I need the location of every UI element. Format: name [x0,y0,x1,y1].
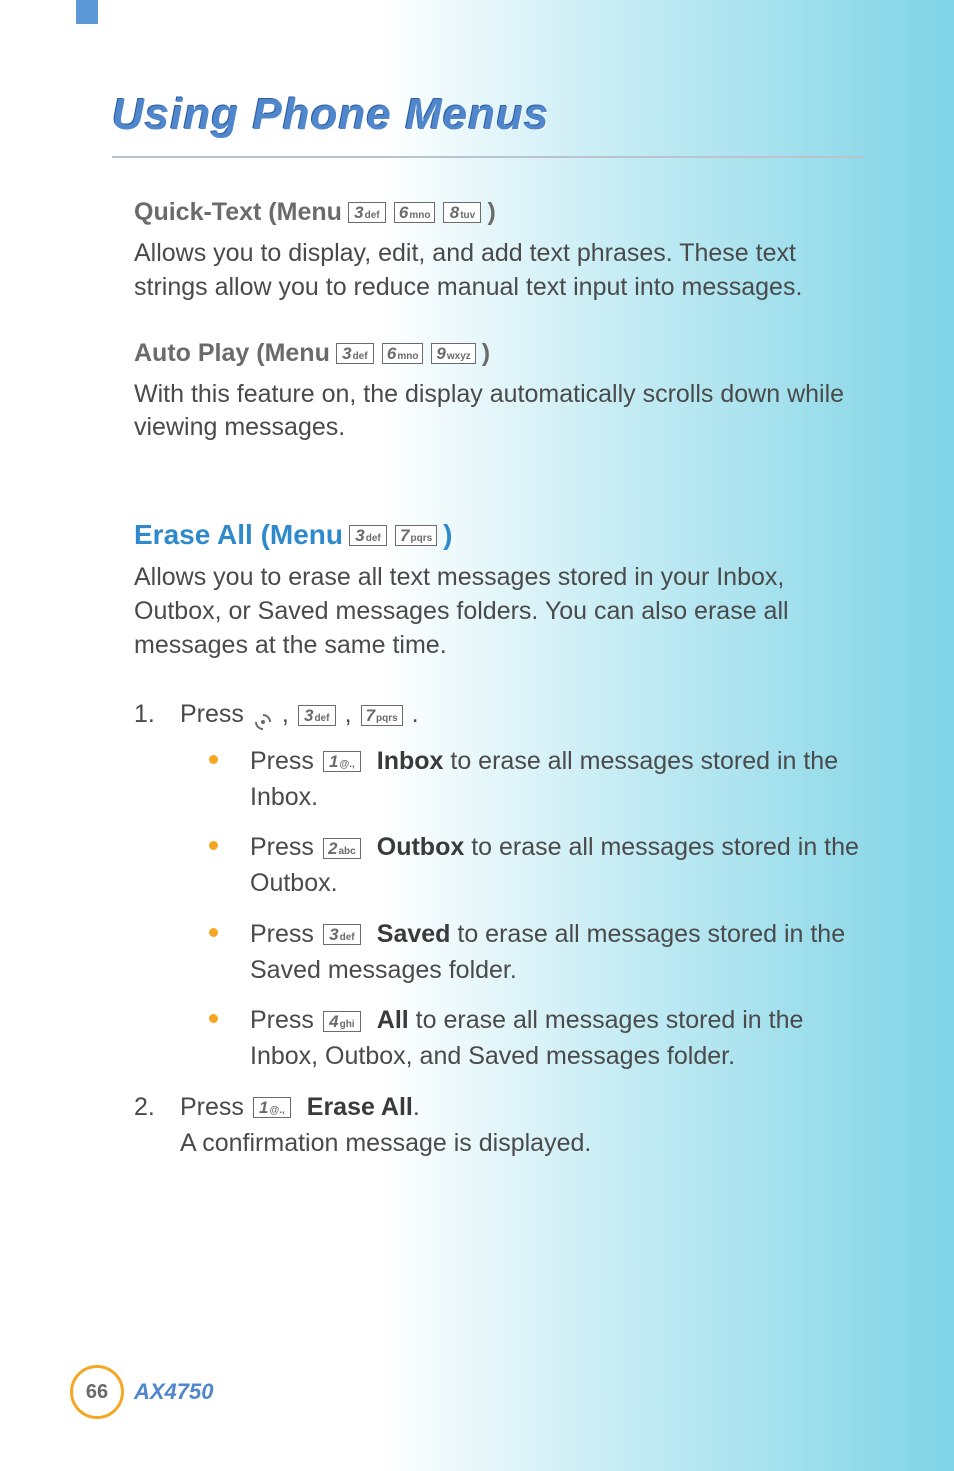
step-2-press: Press [180,1093,251,1121]
page-title: Using Phone Menus [112,90,864,140]
key-6mno: 6mno [382,343,424,364]
sub-item-saved: Press 3def Saved to erase all messages s… [204,916,864,989]
sub-prefix: Press [250,747,321,775]
sub-item-inbox: Press 1@., Inbox to erase all messages s… [204,743,864,816]
heading-close-paren: ) [482,339,490,368]
step-1-press: Press [180,700,251,728]
page-number-badge: 66 [70,1365,124,1419]
heading-erase-all: Erase All (Menu 3def 7pqrs ) [134,519,864,551]
content-area: Quick-Text (Menu 3def 6mno 8tuv ) Allows… [112,198,864,1161]
key-1: 1@., [253,1097,291,1118]
key-6mno: 6mno [394,202,436,223]
heading-auto-play: Auto Play (Menu 3def 6mno 9wxyz ) [134,339,864,368]
top-tab-accent [76,0,98,24]
key-3def: 3def [336,343,374,364]
title-rule [112,156,864,158]
quick-text-body: Allows you to display, edit, and add tex… [134,237,864,305]
device-model: AX4750 [134,1379,214,1405]
step-1-comma2: , [345,700,359,728]
key-7pqrs: 7pqrs [361,705,403,726]
sub-bold-all: All [377,1006,409,1034]
step-1-comma1: , [282,700,296,728]
sub-prefix: Press [250,920,321,948]
step-2: Press 1@., Erase All. A confirmation mes… [134,1089,864,1162]
sub-prefix: Press [250,833,321,861]
key-7pqrs: 7pqrs [395,525,437,546]
heading-close-paren: ) [443,519,452,551]
key-3def: 3def [349,525,387,546]
heading-quick-text: Quick-Text (Menu 3def 6mno 8tuv ) [134,198,864,227]
key-9wxyz: 9wxyz [431,343,475,364]
heading-quick-text-label: Quick-Text (Menu [134,198,342,227]
key-3def: 3def [323,924,361,945]
sub-item-all: Press 4ghi All to erase all messages sto… [204,1002,864,1075]
page-footer: 66 AX4750 [70,1365,214,1419]
steps-list: Press , 3def , 7pqrs . Press 1@., Inbox … [134,696,864,1161]
key-2abc: 2abc [323,838,361,859]
key-1: 1@., [323,751,361,772]
sub-prefix: Press [250,1006,321,1034]
step-1: Press , 3def , 7pqrs . Press 1@., Inbox … [134,696,864,1074]
sub-bold-saved: Saved [377,920,451,948]
heading-auto-play-label: Auto Play (Menu [134,339,330,368]
key-4ghi: 4ghi [323,1011,361,1032]
key-3def: 3def [348,202,386,223]
step-2-bold: Erase All [307,1093,413,1121]
key-8tuv: 8tuv [443,202,481,223]
step-2-line2: A confirmation message is displayed. [180,1129,591,1157]
heading-close-paren: ) [487,198,495,227]
sub-bold-inbox: Inbox [377,747,444,775]
auto-play-body: With this feature on, the display automa… [134,378,864,446]
sub-bold-outbox: Outbox [377,833,465,861]
sub-item-outbox: Press 2abc Outbox to erase all messages … [204,829,864,902]
menu-soft-key-icon [253,706,273,726]
heading-erase-all-label: Erase All (Menu [134,519,343,551]
step-1-sublist: Press 1@., Inbox to erase all messages s… [180,743,864,1075]
page-content: Using Phone Menus Quick-Text (Menu 3def … [112,90,864,1171]
erase-all-intro: Allows you to erase all text messages st… [134,561,864,662]
step-2-dot: . [413,1093,420,1121]
key-3def: 3def [298,705,336,726]
step-1-period: . [412,700,419,728]
